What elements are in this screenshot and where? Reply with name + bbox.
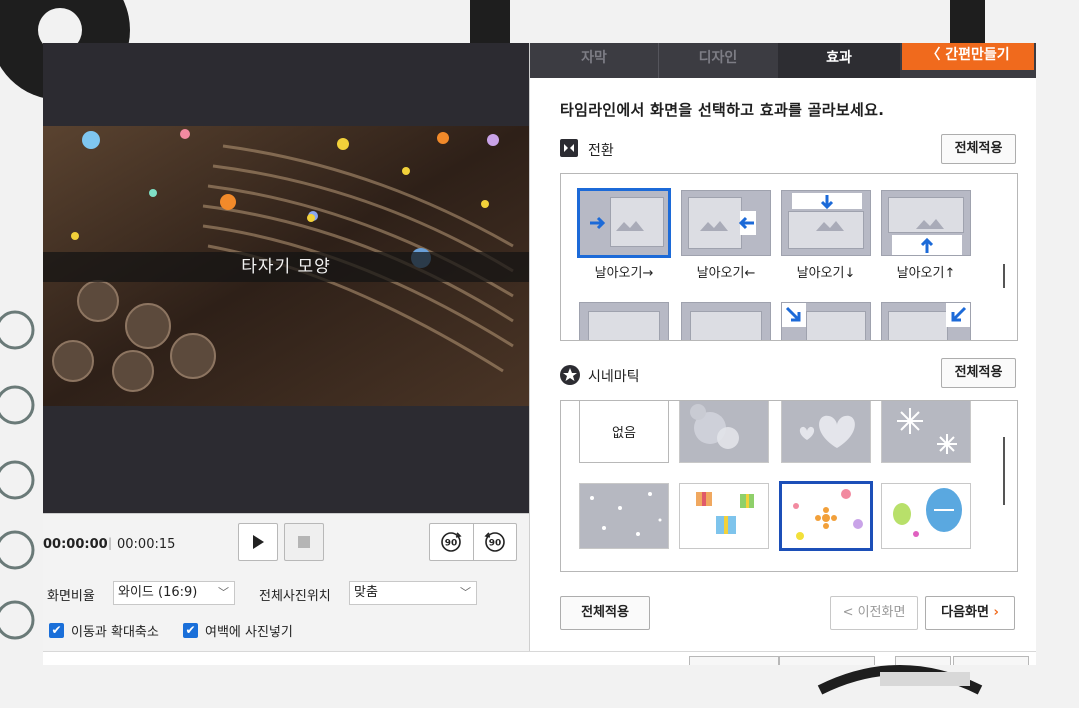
flower-icon (793, 489, 863, 540)
star-icon (560, 365, 580, 385)
tab-effects[interactable]: 효과 (778, 43, 900, 78)
stop-button[interactable] (284, 523, 324, 561)
snowflake-icon (897, 408, 957, 454)
thumb-inner (690, 311, 762, 340)
transition-item-diag-down-left[interactable] (881, 302, 971, 340)
dots-icon (590, 492, 662, 536)
effects-panel: 자막 디자인 효과 〈 간편만들기 타임라인에서 화면을 선택하고 효과를 골라… (529, 43, 1036, 651)
caption-bar: 타자기 모양 (43, 252, 529, 282)
cinematic-none-label: 없음 (612, 426, 636, 441)
rotate-group: 90 90 (429, 523, 517, 561)
bokeh-icon (690, 404, 739, 449)
cinematic-item-flowers[interactable] (779, 481, 873, 551)
move-zoom-checkbox[interactable]: ✔ (49, 623, 64, 638)
cinematic-item-bokeh[interactable] (679, 401, 769, 463)
arrow-down-left-icon (946, 303, 970, 327)
thumb-inner (588, 311, 660, 340)
chevron-right-icon: › (993, 605, 999, 620)
apply-all-button[interactable]: 전체적용 (560, 596, 650, 630)
transition-item-fly-down[interactable] (781, 190, 871, 256)
photo-position-value: 맞춤 (354, 585, 378, 600)
time-separator: | (108, 536, 113, 550)
fill-margin-label: 여백에 사진넣기 (205, 625, 293, 640)
play-button[interactable] (238, 523, 278, 561)
transition-scrollbar[interactable] (1003, 264, 1005, 288)
photo-position-label: 전체사진위치 (259, 589, 331, 604)
photo-position-select[interactable]: 맞춤 ﹀ (349, 581, 477, 605)
cinematic-title: 시네마틱 (588, 369, 640, 385)
previous-screen-button[interactable]: < 이전화면 (830, 596, 918, 630)
thumb-inner (888, 311, 948, 340)
stop-icon (298, 536, 310, 548)
transition-item-fly-up[interactable] (881, 190, 971, 256)
balloon-icon (893, 488, 962, 537)
cinematic-grid: 없음 (560, 400, 1018, 572)
play-icon (253, 535, 264, 549)
next-screen-label: 다음화면 (941, 605, 989, 620)
arrow-down-icon (792, 193, 862, 231)
preview-pane: 타자기 모양 (43, 43, 529, 513)
cinematic-item-dots[interactable] (579, 483, 669, 549)
cinematic-scrollbar[interactable] (1003, 437, 1005, 505)
aspect-ratio-label: 화면비율 (47, 589, 95, 604)
rotate-left-icon: 90 (441, 532, 462, 552)
arrow-right-icon (590, 216, 644, 231)
timeline-button[interactable] (895, 656, 951, 665)
transition-apply-all-button[interactable]: 전체적용 (941, 134, 1016, 164)
current-time: 00:00:00 (43, 537, 108, 552)
timeline-button[interactable] (953, 656, 1029, 665)
transition-grid: 날아오기→ 날아오기← 날아오기↓ 날아오기↑ (560, 173, 1018, 341)
transition-item-plain-2[interactable] (681, 302, 771, 340)
arrow-up-icon (892, 219, 962, 255)
easy-make-label: 간편만들기 (945, 47, 1010, 63)
aspect-ratio-select[interactable]: 와이드 (16:9) ﹀ (113, 581, 235, 605)
cinematic-item-gift-boxes[interactable] (679, 483, 769, 549)
next-screen-button[interactable]: 다음화면 › (925, 596, 1015, 630)
tab-subtitle[interactable]: 자막 (530, 43, 658, 78)
transition-item-fly-left[interactable] (681, 190, 771, 256)
playback-controls: 00:00:00 | 00:00:15 90 90 화면비율 와이드 (16:9… (43, 513, 529, 665)
rotate-right-button[interactable]: 90 (472, 524, 517, 560)
aspect-ratio-value: 와이드 (16:9) (118, 585, 198, 600)
transition-item-fly-right[interactable] (577, 188, 671, 258)
transition-item-label: 날아오기← (696, 266, 756, 281)
timeline-button[interactable] (779, 656, 875, 665)
transition-item-plain-1[interactable] (579, 302, 669, 340)
cinematic-item-balloons[interactable] (881, 483, 971, 549)
timeline-button[interactable] (689, 656, 779, 665)
hearts-icon (799, 415, 855, 448)
rotate-left-button[interactable]: 90 (430, 524, 473, 560)
preview-photo: 타자기 모양 (43, 126, 529, 406)
easy-make-button[interactable]: 〈 간편만들기 (902, 43, 1034, 70)
rotate-right-icon: 90 (484, 532, 505, 552)
gift-box-icon (696, 492, 754, 534)
move-zoom-label: 이동과 확대축소 (71, 625, 159, 640)
rotate-right-label: 90 (488, 539, 501, 549)
cinematic-apply-all-button[interactable]: 전체적용 (941, 358, 1016, 388)
chevron-down-icon: ﹀ (218, 586, 229, 599)
thumb-inner (806, 311, 866, 340)
transition-item-diag-down-right[interactable] (781, 302, 871, 340)
tab-bar: 자막 디자인 효과 〈 간편만들기 (530, 43, 1036, 78)
transition-icon (560, 139, 578, 157)
fill-margin-checkbox[interactable]: ✔ (183, 623, 198, 638)
chevron-down-icon: ﹀ (460, 586, 471, 599)
transition-item-label: 날아오기↑ (896, 266, 956, 281)
rotate-left-label: 90 (445, 539, 458, 549)
total-time: 00:00:15 (117, 537, 176, 552)
caption-text: 타자기 모양 (241, 257, 331, 277)
transition-title: 전환 (588, 143, 614, 159)
tab-design[interactable]: 디자인 (659, 43, 777, 78)
transition-item-label: 날아오기↓ (796, 266, 856, 281)
chevron-left-icon: 〈 (926, 47, 946, 63)
arrow-left-icon (700, 211, 756, 235)
transition-item-label: 날아오기→ (594, 266, 654, 281)
cinematic-item-none[interactable]: 없음 (579, 401, 669, 463)
arrow-down-right-icon (782, 303, 806, 327)
app-window: 타자기 모양 00:00:00 | 00:00:15 90 90 화면비율 와이… (43, 43, 1036, 665)
timeline-strip (43, 651, 1036, 665)
cinematic-item-snowflakes[interactable] (881, 401, 971, 463)
cinematic-item-hearts[interactable] (781, 401, 871, 463)
instruction-text: 타임라인에서 화면을 선택하고 효과를 골라보세요. (560, 101, 885, 119)
